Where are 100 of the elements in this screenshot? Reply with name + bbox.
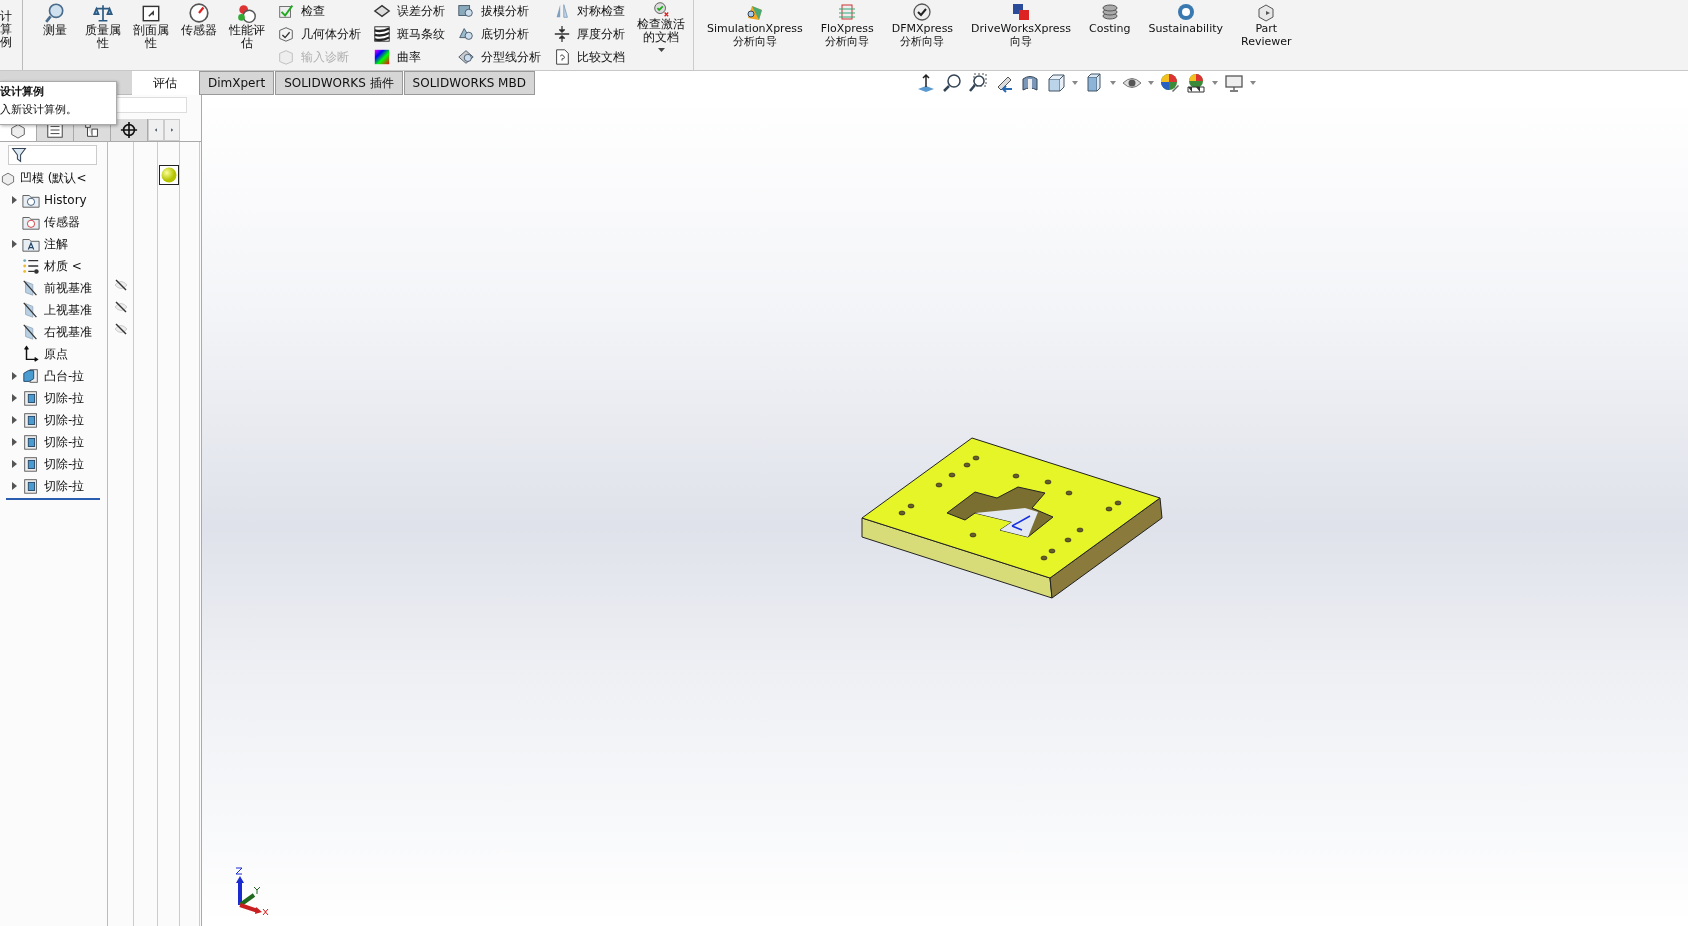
tooltip-title: 设计算例 [0, 84, 45, 99]
zoom-area-button[interactable] [967, 73, 988, 93]
design-study-button[interactable]: 计算 例 [0, 0, 23, 70]
expand-arrow-icon[interactable] [11, 416, 17, 424]
tree-item[interactable]: 切除-拉 [22, 433, 85, 451]
part-icon [0, 170, 16, 186]
tooltip-text: 入新设计算例。 [0, 102, 78, 117]
tab[interactable]: SOLIDWORKS 插件 [275, 71, 403, 95]
section-cylinder-icon [1019, 73, 1040, 93]
color-gradient-icon [373, 48, 391, 66]
tool-button[interactable]: 曲率 [373, 47, 445, 67]
extrude-cube-icon [22, 367, 40, 385]
tree-item[interactable]: 切除-拉 [22, 389, 85, 407]
magnifier-part-icon [457, 48, 475, 66]
check-cube-icon [277, 25, 295, 43]
right-arrow-icon [169, 127, 175, 133]
view-settings-button[interactable] [1223, 73, 1244, 93]
square-badges-icon [1011, 2, 1032, 22]
add-in-button[interactable]: FloXpress 分析向导 [811, 0, 883, 70]
tab[interactable]: SOLIDWORKS MBD [403, 71, 535, 95]
cut-extrude-icon [22, 433, 40, 451]
caret-icon [657, 48, 665, 52]
hidden-eye-icon[interactable] [113, 301, 128, 313]
tree-item[interactable]: 注解 [22, 235, 68, 253]
expand-arrow-icon[interactable] [11, 460, 17, 468]
axes-icon [22, 345, 40, 363]
tree-item[interactable]: History [22, 191, 87, 209]
filter-field[interactable] [8, 145, 97, 165]
tree-item[interactable]: 切除-拉 [22, 477, 85, 495]
tool-button[interactable]: 质量属性 [83, 0, 123, 70]
tool-button[interactable]: 分型线分析 [457, 47, 541, 67]
input-field[interactable] [116, 97, 187, 113]
add-in-button[interactable]: SimulationXpress 分析向导 [698, 0, 812, 70]
tree-item[interactable]: 前视基准 [22, 279, 92, 297]
expand-arrow-icon[interactable] [11, 438, 17, 446]
expand-arrow-icon[interactable] [11, 240, 17, 248]
plane-icon [22, 301, 40, 319]
funnel-icon [11, 147, 27, 163]
tool-button[interactable]: 传感器 [179, 0, 219, 70]
expand-arrow-icon[interactable] [11, 482, 17, 490]
tool-button[interactable]: 剖面属性 [131, 0, 171, 70]
part-tree-item[interactable]: 凹模 (默认< [0, 169, 87, 187]
tree-item[interactable]: 传感器 [22, 213, 80, 231]
crosshair-icon [120, 121, 138, 139]
thickness-arrows-icon [553, 25, 571, 43]
tool-button[interactable]: 对称检查 [553, 1, 625, 21]
document-question-icon [553, 48, 571, 66]
expand-arrow-icon[interactable] [11, 372, 17, 380]
tree-item[interactable]: 右视基准 [22, 323, 92, 341]
cut-extrude-icon [22, 389, 40, 407]
color-ball-pencil-icon [1159, 73, 1180, 93]
apply-scene-button[interactable] [1185, 73, 1206, 93]
caret-icon [1071, 81, 1078, 85]
zoom-to-fit-button[interactable] [941, 73, 962, 93]
stripes-icon [373, 25, 391, 43]
tool-button[interactable]: 斑马条纹 [373, 24, 445, 44]
material-list-icon [22, 257, 40, 275]
tool-button[interactable]: 误差分析 [373, 1, 445, 21]
hidden-eye-icon[interactable] [113, 323, 128, 335]
check-cross-icon [652, 0, 670, 18]
check-active-document-button[interactable]: 检查激活的文档 [635, 0, 694, 70]
cut-extrude-icon [22, 477, 40, 495]
plane-icon [22, 323, 40, 341]
tool-button[interactable]: 性能评估 [227, 0, 267, 70]
caret-icon [1109, 81, 1116, 85]
caret-icon [1147, 81, 1154, 85]
magnifier-part-icon [457, 25, 475, 43]
section-view-button[interactable] [1019, 73, 1040, 93]
add-in-button[interactable]: DriveWorksXpress 向导 [962, 0, 1081, 70]
hidden-eye-icon[interactable] [113, 279, 128, 291]
tree-item[interactable]: 切除-拉 [22, 455, 85, 473]
tree-item[interactable]: 凸台-拉 [22, 367, 85, 385]
add-in-button[interactable]: DFMXpress 分析向导 [882, 0, 963, 70]
dimxpert-tab[interactable] [111, 119, 148, 141]
magnifier-icon [44, 2, 66, 24]
cut-extrude-icon [22, 455, 40, 473]
add-in-button[interactable]: Part Reviewer [1232, 0, 1301, 70]
tool-button[interactable]: 几何体分析 [277, 24, 361, 44]
plane-icon [22, 279, 40, 297]
tree-item[interactable]: 原点 [22, 345, 68, 363]
tab[interactable]: DimXpert [199, 71, 275, 95]
expand-arrow-icon[interactable] [11, 394, 17, 402]
tree-item[interactable]: 材质 < [22, 257, 82, 275]
tool-button[interactable]: 底切分析 [457, 24, 541, 44]
tool-button[interactable]: 测量 [35, 0, 75, 70]
caret-icon [1211, 81, 1218, 85]
expand-arrow-icon[interactable] [11, 196, 17, 204]
tree-item[interactable]: 上视基准 [22, 301, 92, 319]
appearance-sphere-icon[interactable] [158, 165, 179, 185]
left-arrow-icon [153, 127, 159, 133]
add-in-button[interactable]: Sustainability [1139, 0, 1232, 70]
magnifier-part-icon [457, 2, 475, 20]
monitor-icon [1223, 73, 1244, 93]
add-in-button[interactable]: Costing [1080, 0, 1140, 70]
tool-button[interactable]: 厚度分析 [553, 24, 625, 44]
tree-item[interactable]: 切除-拉 [22, 411, 85, 429]
edit-appearance-button[interactable] [1159, 73, 1180, 93]
tool-button[interactable]: 检查 [277, 1, 361, 21]
tool-button[interactable]: 比较文档 [553, 47, 625, 67]
tool-button[interactable]: 拔模分析 [457, 1, 541, 21]
